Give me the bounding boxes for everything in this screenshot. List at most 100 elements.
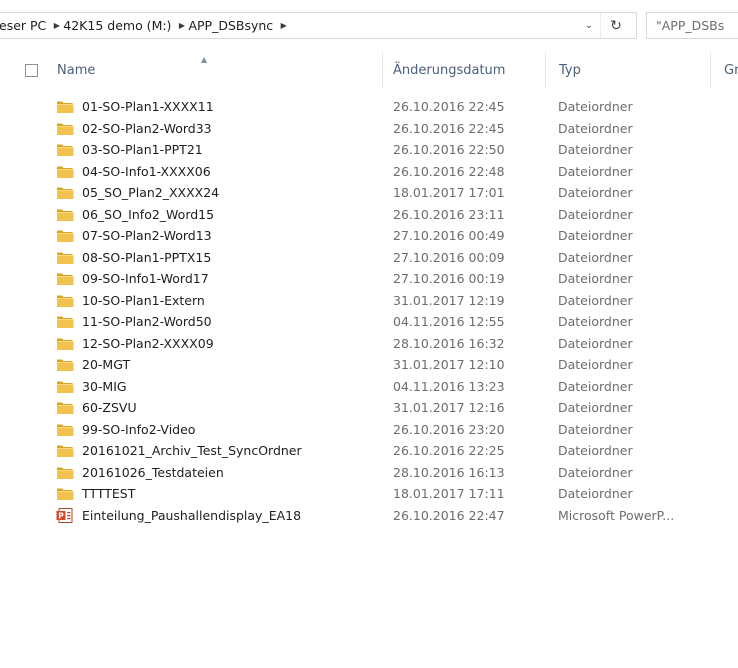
column-header-date-label: Änderungsdatum [393,63,506,78]
file-name: 11-SO-Plan2-Word50 [82,314,212,329]
folder-icon [56,250,74,265]
file-row[interactable]: 99-SO-Info2-Video 26.10.2016 23:20 Dateior… [0,419,738,441]
file-row[interactable]: 03-SO-Plan1-PPT21 26.10.2016 22:50 Dateior… [0,139,738,161]
file-row[interactable]: 07-SO-Plan2-Word13 27.10.2016 00:49 Dateio… [0,225,738,247]
file-modified-date: 04.11.2016 12:55 [393,314,505,329]
breadcrumb-separator-icon[interactable]: ▶ [277,21,290,30]
file-modified-date: 28.10.2016 16:32 [393,335,505,351]
column-header-size-label: Gr [724,63,738,78]
folder-icon [56,486,74,501]
breadcrumb-separator-icon[interactable]: ▶ [175,21,188,30]
folder-icon [56,271,74,286]
folder-icon [56,357,74,372]
breadcrumb-item-drive[interactable]: 42K15 demo (M:) [63,18,175,33]
file-modified-date: 28.10.2016 16:13 [393,464,505,480]
file-name: 09-SO-Info1-Word17 [82,271,209,286]
file-row[interactable]: 12-SO-Plan2-XXXX09 28.10.2016 16:32 Dateio… [0,333,738,355]
refresh-icon[interactable]: ↻ [600,13,631,38]
column-header-name[interactable]: Name [57,52,382,89]
folder-icon [56,207,74,222]
file-name: 06_SO_Info2_Word15 [82,206,215,222]
folder-icon [56,142,74,157]
search-box[interactable] [646,12,738,39]
address-box[interactable]: eser PC ▶ 42K15 demo (M:) ▶ APP_DSBsync … [0,12,637,39]
folder-icon [56,379,74,394]
file-row[interactable]: 02-SO-Plan2-Word33 26.10.2016 22:45 Dateio… [0,118,738,140]
file-name: 30-MIG [82,378,127,394]
file-type: Dateiordner [558,335,633,351]
folder-icon [56,121,74,136]
folder-icon [56,465,74,480]
file-modified-date: 31.01.2017 12:19 [393,292,505,308]
file-modified-date: 26.10.2016 22:45 [393,99,505,114]
breadcrumb-item-folder[interactable]: APP_DSBsync [188,18,277,33]
column-header-type-label: Typ [559,63,581,78]
file-name: 20161026_Testdateien [82,464,224,480]
folder-icon [56,314,74,329]
file-row[interactable]: 04-SO-Info1-XXXX06 26.10.2016 22:48 Dateio… [0,161,738,183]
breadcrumb-item-this-pc[interactable]: eser PC [0,18,50,33]
file-name: 07-SO-Plan2-Word13 [82,228,212,243]
file-modified-date: 18.01.2017 17:11 [393,486,505,501]
column-header-date[interactable]: Änderungsdatum [382,52,545,89]
file-row[interactable]: 01-SO-Plan1-XXXX11 26.10.2016 22:45 Dateio… [0,96,738,118]
folder-icon [56,422,74,437]
file-row[interactable]: 06_SO_Info2_Word15 26.10.2016 23:11 Dateio… [0,204,738,226]
file-modified-date: 26.10.2016 23:11 [393,206,505,222]
file-type: Dateiordner [558,206,633,222]
folder-icon [56,228,74,243]
file-modified-date: 04.11.2016 13:23 [393,378,505,394]
address-bar: eser PC ▶ 42K15 demo (M:) ▶ APP_DSBsync … [0,6,738,41]
file-modified-date: 18.01.2017 17:01 [393,185,505,200]
file-type: Dateiordner [558,249,633,265]
file-row[interactable]: 10-SO-Plan1-Extern 31.01.2017 12:19 Dateio… [0,290,738,312]
select-all-checkbox[interactable] [25,64,38,77]
file-type: Dateiordner [558,120,633,136]
file-modified-date: 26.10.2016 22:48 [393,163,505,179]
breadcrumb: eser PC ▶ 42K15 demo (M:) ▶ APP_DSBsync … [0,13,290,38]
file-row[interactable]: 60-ZSVU 31.01.2017 12:16 Dateiordner [0,397,738,419]
file-row[interactable]: 05_SO_Plan2_XXXX24 18.01.2017 17:01 Dateio… [0,182,738,204]
file-type: Dateiordner [558,486,633,501]
file-type: Dateiordner [558,378,633,394]
file-row[interactable]: 08-SO-Plan1-PPTX15 27.10.2016 00:09 Dateio… [0,247,738,269]
file-type: Microsoft PowerP... [558,507,675,523]
file-row[interactable]: TTTTEST 18.01.2017 17:11 Dateiordner [0,483,738,505]
file-row[interactable]: 11-SO-Plan2-Word50 04.11.2016 12:55 Dateio… [0,311,738,333]
file-row[interactable]: 30-MIG 04.11.2016 13:23 Dateiordner [0,376,738,398]
folder-icon [56,336,74,351]
file-modified-date: 31.01.2017 12:10 [393,357,505,372]
folder-icon [56,164,74,179]
folder-icon [56,443,74,458]
file-row[interactable]: 09-SO-Info1-Word17 27.10.2016 00:19 Dateio… [0,268,738,290]
breadcrumb-separator-icon[interactable]: ▶ [50,21,63,30]
file-name: Einteilung_Paushallendisplay_EA18 [82,507,302,523]
file-name: 20-MGT [82,357,131,372]
file-type: Dateiordner [558,443,633,458]
file-name: 03-SO-Plan1-PPT21 [82,142,203,157]
file-list: 01-SO-Plan1-XXXX11 26.10.2016 22:45 Dateio… [0,96,738,526]
file-modified-date: 31.01.2017 12:16 [393,400,505,415]
column-header-size[interactable]: Gr [710,52,738,89]
file-row[interactable]: P Einteilung_Paushallendisplay_EA18 26.10.… [0,505,738,527]
file-name: TTTTEST [82,486,136,501]
file-row[interactable]: 20-MGT 31.01.2017 12:10 Dateiordner [0,354,738,376]
file-type: Dateiordner [558,228,633,243]
file-type: Dateiordner [558,163,633,179]
search-input[interactable] [647,13,738,38]
chevron-down-icon[interactable]: ⌄ [579,13,599,38]
column-header-type[interactable]: Typ [545,52,710,89]
file-row[interactable]: 20161021_Archiv_Test_SyncOrdner 26.10.201… [0,440,738,462]
folder-icon [56,400,74,415]
file-type: Dateiordner [558,400,633,415]
file-type: Dateiordner [558,99,633,114]
file-type: Dateiordner [558,464,633,480]
file-name: 12-SO-Plan2-XXXX09 [82,335,214,351]
file-row[interactable]: 20161026_Testdateien 28.10.2016 16:13 Date… [0,462,738,484]
file-modified-date: 27.10.2016 00:49 [393,228,505,243]
column-header-row: ▲ Name Änderungsdatum Typ Gr [0,52,738,89]
file-type: Dateiordner [558,314,633,329]
file-name: 99-SO-Info2-Video [82,421,196,437]
file-type: Dateiordner [558,292,633,308]
powerpoint-file-icon: P [56,507,74,523]
